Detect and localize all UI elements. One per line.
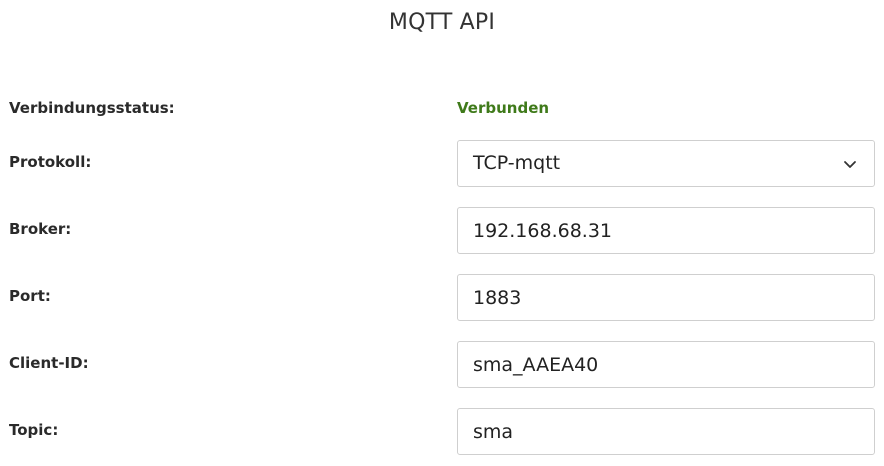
- client-id-label: Client-ID:: [9, 354, 89, 372]
- broker-input[interactable]: [457, 207, 875, 254]
- port-input[interactable]: [457, 274, 875, 321]
- protocol-selected-value: TCP-mqtt: [473, 152, 561, 174]
- port-label: Port:: [9, 287, 51, 305]
- broker-label: Broker:: [9, 220, 72, 238]
- protocol-label: Protokoll:: [9, 153, 92, 171]
- protocol-select[interactable]: TCP-mqtt: [457, 140, 875, 187]
- page-title: MQTT API: [388, 10, 496, 35]
- topic-label: Topic:: [9, 421, 59, 439]
- client-id-input[interactable]: [457, 341, 875, 388]
- mqtt-api-page: MQTT API Verbindungsstatus: Verbunden Pr…: [0, 0, 884, 466]
- connection-status-label: Verbindungsstatus:: [9, 99, 175, 117]
- connection-status-value: Verbunden: [457, 99, 550, 117]
- topic-input[interactable]: [457, 408, 875, 455]
- chevron-down-icon: [844, 160, 856, 168]
